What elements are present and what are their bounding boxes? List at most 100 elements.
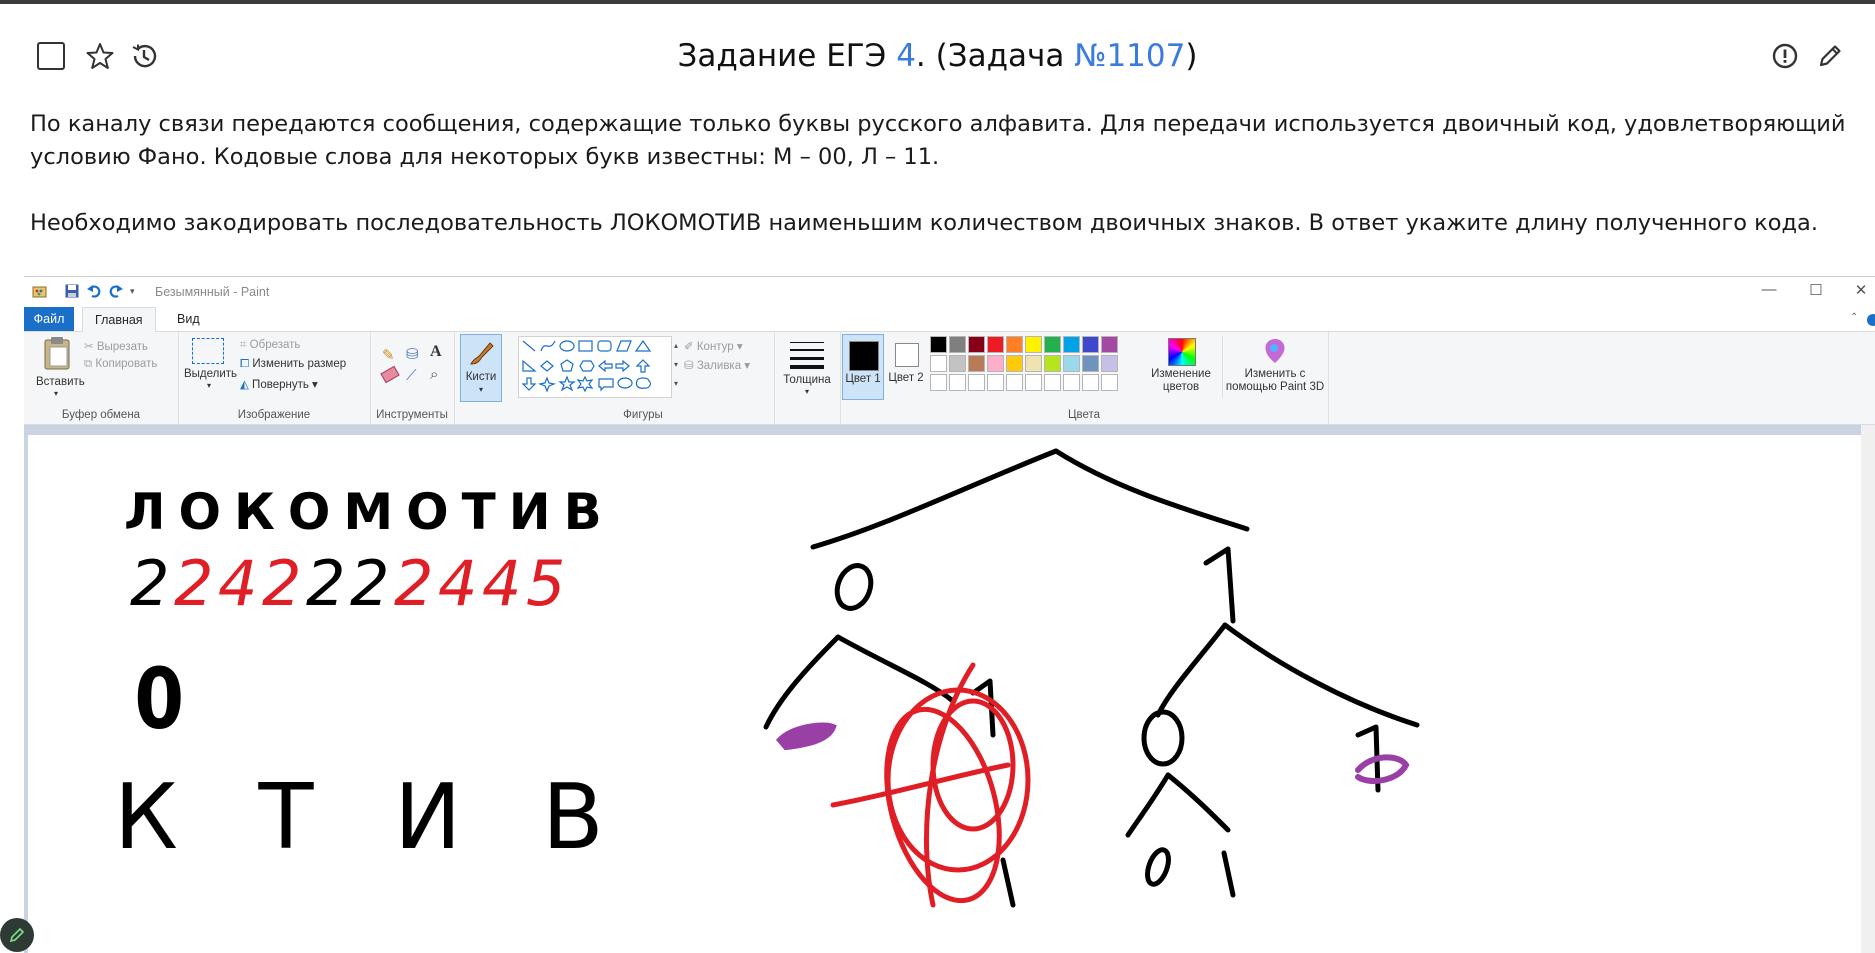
select-button[interactable]: Выделить ▾ — [184, 336, 237, 398]
scissors-icon: ✂ — [84, 341, 97, 353]
palette-swatch[interactable] — [1025, 336, 1042, 353]
color-spectrum-icon — [1168, 338, 1196, 366]
palette-swatch[interactable] — [1025, 374, 1042, 391]
undo-icon[interactable] — [86, 283, 102, 302]
fill-bucket-icon[interactable]: ⛁ — [406, 345, 419, 363]
tree-left-node-left-branch — [763, 634, 841, 730]
group-label-clipboard: Буфер обмена — [61, 409, 141, 421]
palette-swatch[interactable] — [1082, 374, 1099, 391]
drawing-canvas[interactable]: ЛОКОМОТИВ 2242222445 0 К Т И В — [28, 435, 1861, 953]
palette-swatch[interactable] — [968, 355, 985, 372]
color-palette — [930, 336, 1150, 398]
palette-swatch[interactable] — [987, 336, 1004, 353]
crop-button[interactable]: ⌗ Обрезать — [240, 339, 300, 352]
paint3d-button[interactable]: Изменить с помощью Paint 3D — [1222, 336, 1327, 398]
palette-swatch[interactable] — [930, 374, 947, 391]
edit-icon[interactable] — [1814, 40, 1846, 72]
tree-node-0 — [834, 563, 874, 611]
palette-swatch[interactable] — [1006, 374, 1023, 391]
close-icon[interactable]: ✕ — [1846, 281, 1875, 301]
palette-swatch[interactable] — [949, 336, 966, 353]
tab-file[interactable]: Файл — [24, 307, 74, 331]
palette-swatch[interactable] — [1044, 336, 1061, 353]
color2-swatch — [895, 343, 919, 367]
rotate-button[interactable]: ◭ Повернуть ▾ — [240, 377, 318, 391]
tab-view[interactable]: Вид — [165, 307, 212, 331]
task-number-link[interactable]: 4 — [896, 38, 916, 74]
color2-button[interactable]: Цвет 2 — [886, 334, 926, 398]
maximize-icon[interactable]: ☐ — [1801, 281, 1831, 301]
copy-button[interactable]: ⧉ Копировать — [84, 358, 157, 371]
help-icon[interactable] — [1867, 314, 1875, 326]
tree-node-1 — [1203, 546, 1236, 624]
palette-swatch[interactable] — [1006, 336, 1023, 353]
palette-swatch[interactable] — [987, 374, 1004, 391]
group-shapes: ▴ ▾ ▾ ✐ Контур ▾ ⛁ Заливка ▾ Фигуры — [512, 332, 775, 424]
group-size: Толщина ▾ — [774, 332, 841, 424]
palette-swatch[interactable] — [1101, 355, 1118, 372]
cut-button[interactable]: ✂ Вырезать — [84, 339, 148, 353]
tree-root-right-branch — [1053, 448, 1250, 532]
resize-button[interactable]: ⧠ Изменить размер — [240, 358, 346, 371]
color1-label: Цвет 1 — [845, 373, 881, 385]
palette-swatch[interactable] — [987, 355, 1004, 372]
color-picker-icon[interactable]: ⟋ — [406, 367, 417, 384]
palette-swatch[interactable] — [930, 336, 947, 353]
palette-swatch[interactable] — [1025, 355, 1042, 372]
save-icon[interactable] — [64, 283, 80, 302]
palette-swatch[interactable] — [1044, 374, 1061, 391]
palette-swatch[interactable] — [968, 336, 985, 353]
shapes-gallery[interactable] — [518, 336, 672, 398]
group-colors: Цвет 1 Цвет 2 Изменение цветов Изменить … — [840, 332, 1329, 424]
palette-swatch[interactable] — [1101, 336, 1118, 353]
group-tools: ✎ ⛁ A ⟋ ⌕ Инструменты — [370, 332, 455, 424]
paint3d-icon — [1265, 339, 1285, 363]
size-button[interactable]: Толщина ▾ — [780, 336, 834, 396]
palette-swatch[interactable] — [1082, 355, 1099, 372]
collapse-ribbon-icon[interactable]: ⌃ — [1850, 312, 1858, 323]
size-dropdown-icon: ▾ — [804, 387, 809, 396]
paste-button[interactable]: Вставить ▾ — [36, 336, 85, 398]
fill-button[interactable]: ⛁ Заливка ▾ — [684, 358, 750, 372]
copy-icon: ⧉ — [84, 358, 96, 370]
redo-icon[interactable] — [108, 283, 124, 302]
minimize-icon[interactable]: — — [1754, 281, 1784, 301]
text-tool-icon[interactable]: A — [430, 343, 442, 361]
palette-swatch[interactable] — [1063, 374, 1080, 391]
palette-swatch[interactable] — [1044, 355, 1061, 372]
palette-swatch[interactable] — [949, 355, 966, 372]
problem-id-link[interactable]: №1107 — [1074, 38, 1185, 74]
palette-swatch[interactable] — [1101, 374, 1118, 391]
palette-swatch[interactable] — [1082, 336, 1099, 353]
title-suffix: ) — [1185, 38, 1198, 74]
palette-swatch[interactable] — [1063, 355, 1080, 372]
title-middle: . (Задача — [915, 38, 1075, 74]
browser-top-strip — [0, 0, 1875, 4]
quick-access-dropdown-icon[interactable]: ▾ — [130, 286, 135, 297]
color2-label: Цвет 2 — [888, 372, 924, 384]
tree-leaf-1 — [1221, 850, 1236, 898]
pencil-icon[interactable]: ✎ — [382, 346, 395, 364]
paint-app-icon[interactable] — [32, 283, 48, 302]
shapes-scroll-icon[interactable]: ▴ ▾ ▾ — [671, 336, 681, 396]
magnifier-icon[interactable]: ⌕ — [430, 366, 438, 383]
brushes-button[interactable]: Кисти ▾ — [460, 334, 502, 402]
paste-label: Вставить — [36, 376, 85, 388]
palette-swatch[interactable] — [949, 374, 966, 391]
report-icon[interactable] — [1769, 40, 1801, 72]
color1-button[interactable]: Цвет 1 — [842, 334, 884, 400]
palette-swatch[interactable] — [1006, 355, 1023, 372]
canvas-vertical-scrollbar[interactable] — [1861, 425, 1875, 953]
task-header: Задание ЕГЭ 4. (Задача №1107) — [0, 30, 1875, 82]
palette-swatch[interactable] — [968, 374, 985, 391]
rotate-icon: ◭ — [240, 379, 253, 391]
palette-swatch[interactable] — [1063, 336, 1080, 353]
floating-edit-button[interactable] — [0, 918, 34, 952]
edit-colors-button[interactable]: Изменение цветов — [1148, 336, 1214, 398]
palette-swatch[interactable] — [930, 355, 947, 372]
tab-home[interactable]: Главная — [82, 307, 156, 333]
paint-titlebar: ▾ Безымянный - Paint — ☐ ✕ — [24, 277, 1875, 307]
eraser-icon[interactable] — [380, 365, 400, 384]
paint-window-title: Безымянный - Paint — [155, 285, 270, 299]
outline-button[interactable]: ✐ Контур ▾ — [684, 339, 743, 353]
